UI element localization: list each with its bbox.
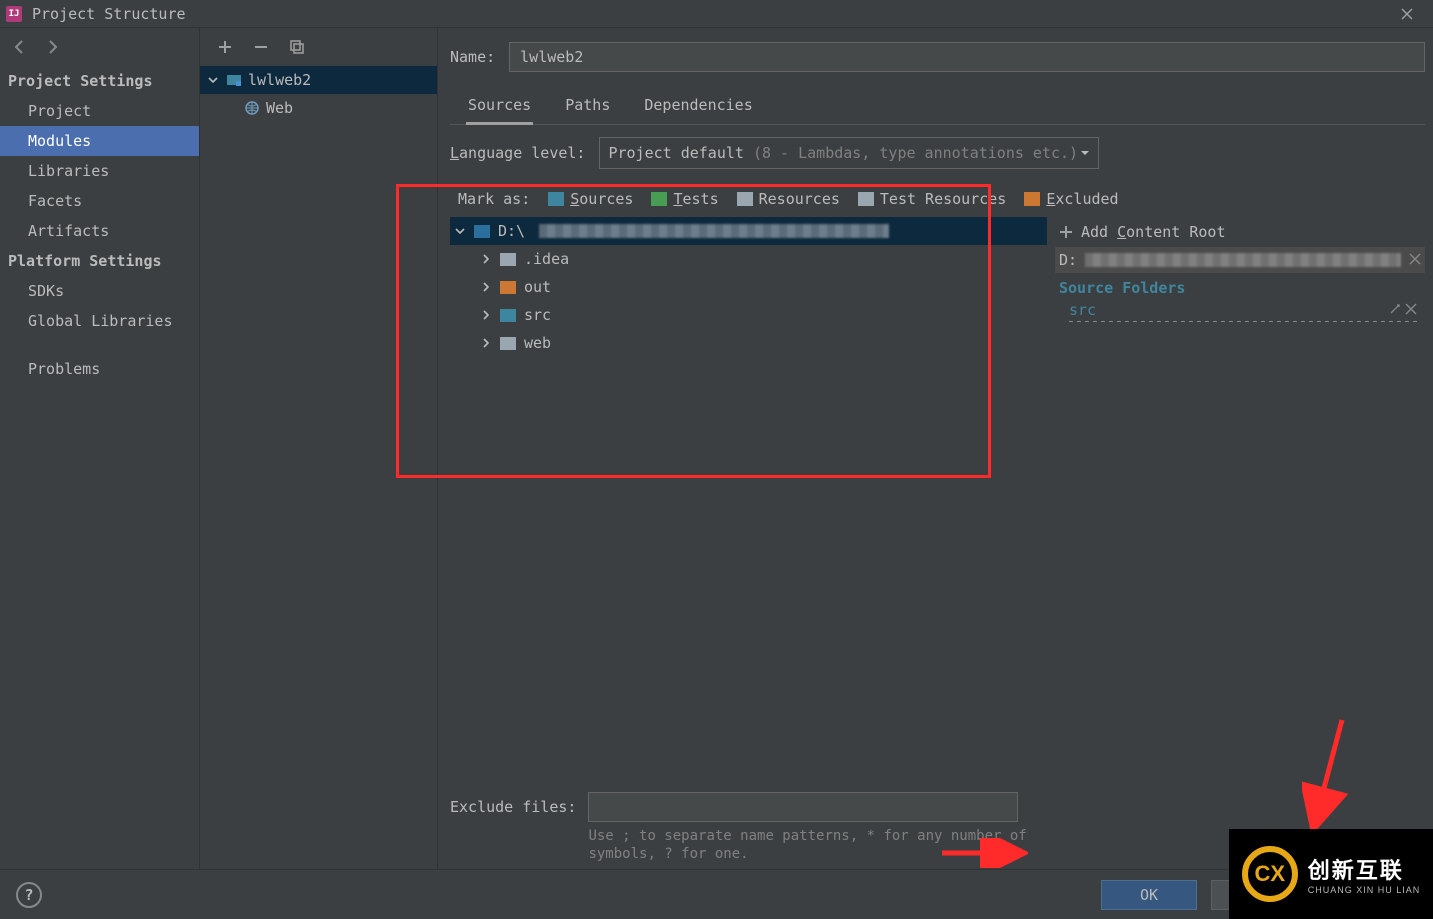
ok-button[interactable]: OK (1101, 880, 1197, 910)
folder-tests-icon (651, 192, 667, 206)
window-title: Project Structure (32, 5, 186, 23)
folder-icon (474, 225, 490, 238)
folder-label: web (524, 334, 551, 352)
nav-item-modules[interactable]: Modules (0, 126, 199, 156)
content-tree: D:\ .idea out src (450, 217, 1047, 757)
module-child-label: Web (266, 99, 293, 117)
module-root-label: lwlweb2 (248, 71, 311, 89)
watermark-text-big: 创新互联 (1308, 853, 1421, 885)
nav-item-sdks[interactable]: SDKs (0, 276, 199, 306)
module-root-row[interactable]: lwlweb2 (200, 66, 437, 94)
exclude-files-label: Exclude files: (450, 792, 576, 816)
title-bar: IJ Project Structure (0, 0, 1433, 28)
folder-icon (500, 253, 516, 266)
module-details-panel: Name: Sources Paths Dependencies Languag… (438, 28, 1433, 869)
mark-as-label: Mark as: (458, 190, 530, 208)
copy-module-button[interactable] (286, 36, 308, 58)
redacted-path (1085, 253, 1401, 267)
help-button[interactable]: ? (16, 882, 42, 908)
chevron-right-icon (480, 310, 492, 320)
tab-paths[interactable]: Paths (563, 92, 612, 124)
remove-content-root-button[interactable] (1409, 251, 1421, 269)
content-root-row[interactable]: D:\ (450, 217, 1047, 245)
folder-test-resources-icon (858, 192, 874, 206)
source-folder-item[interactable]: src (1055, 299, 1425, 321)
language-level-label: Language level: (450, 144, 585, 162)
tab-dependencies[interactable]: Dependencies (642, 92, 754, 124)
redacted-path (539, 224, 889, 238)
module-tabs: Sources Paths Dependencies (450, 92, 1425, 125)
module-name-input[interactable] (509, 42, 1425, 72)
folder-sources-icon (548, 192, 564, 206)
mark-as-toolbar: Mark as: Sources Tests Resources Test Re… (450, 181, 1425, 217)
nav-item-project[interactable]: Project (0, 96, 199, 126)
chevron-down-icon (454, 226, 466, 236)
divider (1069, 321, 1421, 322)
nav-item-artifacts[interactable]: Artifacts (0, 216, 199, 246)
back-arrow-button[interactable] (8, 35, 32, 59)
chevron-right-icon (480, 282, 492, 292)
mark-as-excluded[interactable]: Excluded (1024, 190, 1118, 208)
watermark-text-small: CHUANG XIN HU LIAN (1308, 885, 1421, 895)
mark-as-test-resources[interactable]: Test Resources (858, 190, 1006, 208)
folder-icon (500, 337, 516, 350)
folder-sources-icon (500, 309, 516, 322)
app-icon: IJ (6, 6, 22, 22)
folder-row-idea[interactable]: .idea (450, 245, 1047, 273)
name-label: Name: (450, 48, 495, 66)
exclude-files-input[interactable] (588, 792, 1018, 822)
watermark-logo: CX 创新互联 CHUANG XIN HU LIAN (1229, 829, 1433, 919)
nav-item-facets[interactable]: Facets (0, 186, 199, 216)
language-level-value: Project default (8 - Lambdas, type annot… (608, 144, 1078, 162)
folder-excluded-icon (1024, 192, 1040, 206)
source-folders-heading: Source Folders (1055, 273, 1425, 299)
watermark-mark: CX (1242, 846, 1298, 902)
tab-sources[interactable]: Sources (466, 92, 533, 125)
nav-item-libraries[interactable]: Libraries (0, 156, 199, 186)
folder-resources-icon (737, 192, 753, 206)
settings-sidebar: Project Settings Project Modules Librari… (0, 28, 200, 869)
module-child-row[interactable]: Web (200, 94, 437, 122)
content-root-prefix: D: (1059, 251, 1077, 269)
module-tree-panel: lwlweb2 Web (200, 28, 438, 869)
module-folder-icon (226, 72, 242, 88)
chevron-right-icon (480, 338, 492, 348)
exclude-files-hint: Use ; to separate name patterns, * for a… (588, 828, 1128, 863)
folder-label: src (524, 306, 551, 324)
source-folder-label: src (1059, 301, 1389, 319)
content-root-label: D:\ (498, 222, 525, 240)
add-module-button[interactable] (214, 36, 236, 58)
chevron-down-icon (1080, 144, 1090, 162)
forward-arrow-button[interactable] (40, 35, 64, 59)
folder-row-web[interactable]: web (450, 329, 1047, 357)
mark-as-resources[interactable]: Resources (737, 190, 840, 208)
remove-module-button[interactable] (250, 36, 272, 58)
mark-as-tests[interactable]: Tests (651, 190, 718, 208)
add-content-root-button[interactable]: Add Content Root (1055, 217, 1425, 247)
section-platform-settings: Platform Settings (0, 246, 199, 276)
folder-excluded-icon (500, 281, 516, 294)
folder-row-out[interactable]: out (450, 273, 1047, 301)
language-level-select[interactable]: Project default (8 - Lambdas, type annot… (599, 137, 1099, 169)
folder-row-src[interactable]: src (450, 301, 1047, 329)
web-facet-icon (244, 100, 260, 116)
dialog-button-bar: ? OK Cancel Apply (0, 869, 1433, 919)
chevron-right-icon (480, 254, 492, 264)
nav-item-problems[interactable]: Problems (0, 354, 199, 384)
mark-as-sources[interactable]: Sources (548, 190, 633, 208)
remove-icon[interactable] (1405, 301, 1421, 319)
section-project-settings: Project Settings (0, 66, 199, 96)
content-root-path-row[interactable]: D: (1055, 247, 1425, 273)
folder-label: out (524, 278, 551, 296)
edit-icon[interactable] (1389, 301, 1405, 319)
content-roots-panel: Add Content Root D: Source Folders src (1055, 217, 1425, 757)
folder-label: .idea (524, 250, 569, 268)
window-close-button[interactable] (1387, 0, 1427, 28)
nav-item-global-libraries[interactable]: Global Libraries (0, 306, 199, 336)
chevron-down-icon (206, 73, 220, 87)
